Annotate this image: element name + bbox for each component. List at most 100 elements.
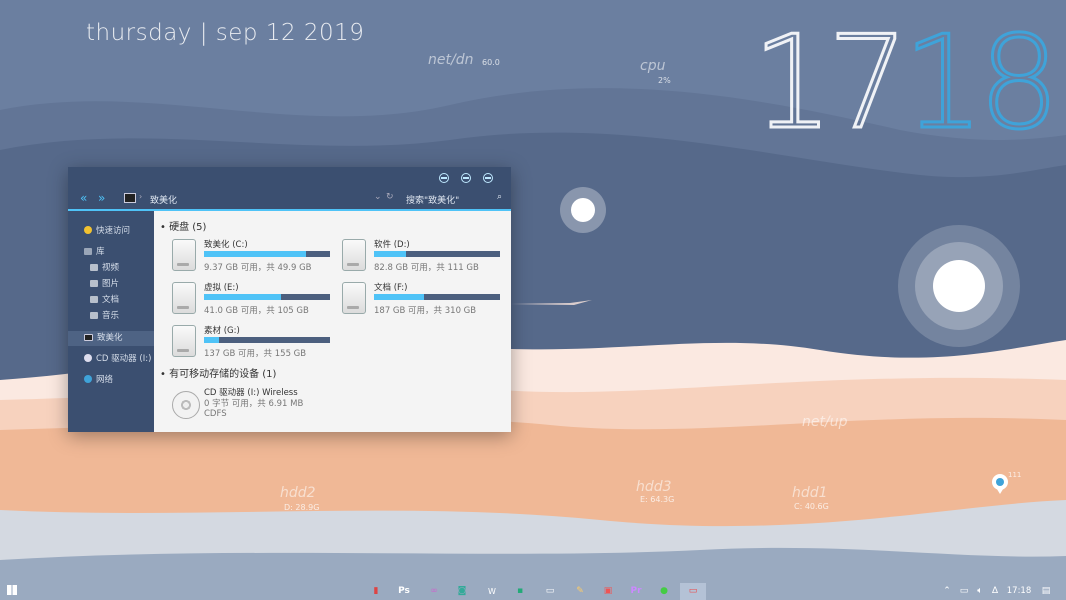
- sidebar-item-pictures[interactable]: 图片: [68, 277, 154, 291]
- usage-fill: [374, 294, 425, 300]
- sidebar: 快速访问 库 视频 图片 文档 音乐 致美化 CD 驱动器 (I:) 网络: [68, 211, 154, 432]
- sidebar-item-videos[interactable]: 视频: [68, 261, 154, 275]
- drive-d[interactable]: 软件 (D:) 82.8 GB 可用，共 111 GB: [342, 239, 507, 275]
- refresh-icon[interactable]: ↻: [386, 192, 394, 202]
- start-button[interactable]: [6, 585, 18, 598]
- bubble-value: 111: [1008, 471, 1022, 479]
- notification-icon[interactable]: ▤: [1040, 585, 1052, 598]
- cd-icon: [84, 354, 92, 362]
- pdf-icon[interactable]: ▮: [370, 585, 382, 598]
- explorer-window: « » › 致美化 ⌄ ↻ 搜索"致美化" ⌕ 快速访问 库 视频 图片 文档 …: [68, 167, 511, 432]
- hdd2-value: D: 28.9G: [284, 503, 320, 512]
- search-icon[interactable]: ⌕: [497, 192, 502, 202]
- cd-drive-item[interactable]: CD 驱动器 (I:) Wireless 0 字节 可用，共 6.91 MB C…: [172, 387, 372, 423]
- net-down-value: 60.0: [482, 58, 500, 67]
- star-icon: [84, 226, 92, 234]
- hard-drive-icon: [342, 239, 366, 271]
- excel-icon[interactable]: ▪: [514, 585, 526, 598]
- drive-info: 137 GB 可用，共 155 GB: [204, 349, 307, 359]
- library-icon: [84, 248, 92, 255]
- usage-bar: [204, 251, 330, 257]
- folder-icon: [90, 312, 98, 319]
- content-pane: • 硬盘 (5) 致美化 (C:) 9.37 GB 可用，共 49.9 GB 软…: [154, 211, 511, 432]
- hard-disks-header[interactable]: • 硬盘 (5): [160, 218, 206, 233]
- clock-hour: 17: [751, 9, 911, 158]
- cd-icon: [172, 391, 200, 419]
- section-title: 硬盘 (5): [169, 222, 207, 233]
- word-icon[interactable]: W: [486, 585, 498, 598]
- drive-info: 9.37 GB 可用，共 49.9 GB: [204, 263, 312, 273]
- tray-chevron-up-icon[interactable]: ⌃: [942, 585, 952, 598]
- computer-icon: [124, 193, 136, 203]
- drive-name: 虚拟 (E:): [204, 283, 239, 293]
- drive-c[interactable]: 致美化 (C:) 9.37 GB 可用，共 49.9 GB: [172, 239, 337, 275]
- drive-g[interactable]: 素材 (G:) 137 GB 可用，共 155 GB: [172, 325, 337, 361]
- drive-f[interactable]: 文档 (F:) 187 GB 可用，共 310 GB: [342, 282, 507, 318]
- maximize-button[interactable]: [461, 173, 471, 183]
- windows-icon: [7, 585, 17, 595]
- cpu-value: 2%: [658, 76, 671, 85]
- premiere-icon[interactable]: Pr: [628, 585, 644, 598]
- sidebar-item-cd-drive[interactable]: CD 驱动器 (I:): [68, 352, 154, 366]
- bullet-icon: •: [160, 222, 170, 233]
- sidebar-item-music[interactable]: 音乐: [68, 309, 154, 323]
- sidebar-item-label: 网络: [96, 375, 114, 385]
- network-icon: [84, 375, 92, 383]
- bullet-icon: •: [160, 369, 170, 380]
- usage-fill: [204, 251, 307, 257]
- breadcrumb-chevron-icon: ›: [139, 192, 143, 201]
- chain-icon[interactable]: ∞: [428, 585, 440, 598]
- sidebar-item-label: 库: [96, 247, 105, 257]
- hard-drive-icon: [172, 239, 196, 271]
- network-tray-icon[interactable]: ▭: [958, 585, 970, 598]
- removable-devices-header[interactable]: • 有可移动存储的设备 (1): [160, 365, 276, 380]
- drive-info: 41.0 GB 可用，共 105 GB: [204, 306, 309, 316]
- close-button[interactable]: [483, 173, 493, 183]
- camera-icon[interactable]: ◙: [456, 585, 468, 598]
- hard-drive-icon: [172, 282, 196, 314]
- pencil-icon[interactable]: ✎: [574, 585, 586, 598]
- forward-icon[interactable]: »: [98, 191, 105, 205]
- usage-fill: [204, 337, 220, 343]
- date-widget: thursday | sep 12 2019: [86, 20, 365, 46]
- drive-info: 187 GB 可用，共 310 GB: [374, 306, 477, 316]
- breadcrumb[interactable]: 致美化: [150, 193, 177, 206]
- drive-info: 0 字节 可用，共 6.91 MB: [204, 399, 304, 409]
- sidebar-item-label: 快速访问: [96, 226, 131, 236]
- browser-icon[interactable]: ●: [658, 585, 670, 598]
- photoshop-icon[interactable]: Ps: [396, 585, 412, 598]
- usage-bar: [374, 251, 500, 257]
- hdd1-label: hdd1: [792, 485, 828, 501]
- volume-icon[interactable]: 🔈︎: [974, 585, 986, 598]
- drive-e[interactable]: 虚拟 (E:) 41.0 GB 可用，共 105 GB: [172, 282, 337, 318]
- search-input[interactable]: 搜索"致美化": [406, 193, 459, 206]
- title-bar[interactable]: [68, 167, 511, 189]
- computer-icon: ▭: [688, 586, 698, 596]
- sidebar-item-label: 视频: [102, 263, 120, 273]
- dropdown-chevron-icon[interactable]: ⌄: [374, 192, 382, 202]
- sidebar-item-network[interactable]: 网络: [68, 373, 154, 387]
- taskbar-clock[interactable]: 17:18: [1006, 585, 1032, 598]
- explorer-taskbar-button[interactable]: ▭: [680, 583, 706, 600]
- sidebar-item-quick-access[interactable]: 快速访问: [68, 224, 154, 238]
- drive-filesystem: CDFS: [204, 409, 227, 419]
- clock-widget: 1718: [751, 18, 1062, 149]
- hard-drive-icon: [342, 282, 366, 314]
- usage-bar: [204, 337, 330, 343]
- navigation-bar: « » › 致美化 ⌄ ↻ 搜索"致美化" ⌕: [68, 189, 511, 211]
- back-icon[interactable]: «: [80, 191, 87, 205]
- usage-fill: [204, 294, 281, 300]
- book-icon[interactable]: ▭: [544, 585, 556, 598]
- media-icon[interactable]: ▣: [602, 585, 614, 598]
- usage-fill: [374, 251, 406, 257]
- minimize-button[interactable]: [439, 173, 449, 183]
- taskbar: ▮ Ps ∞ ◙ W ▪ ▭ ✎ ▣ Pr ● ▭ ⌃ ▭ 🔈︎ ∆ 17:18…: [0, 583, 1066, 600]
- sidebar-item-this-pc[interactable]: 致美化: [68, 331, 154, 346]
- pen-tray-icon[interactable]: ∆: [990, 585, 1000, 598]
- sidebar-item-documents[interactable]: 文档: [68, 293, 154, 307]
- hdd3-value: E: 64.3G: [640, 495, 675, 504]
- sidebar-item-library[interactable]: 库: [68, 245, 154, 259]
- sidebar-item-label: 致美化: [97, 333, 123, 343]
- drive-name: 软件 (D:): [374, 240, 410, 250]
- clock-minute: 18: [901, 9, 1061, 158]
